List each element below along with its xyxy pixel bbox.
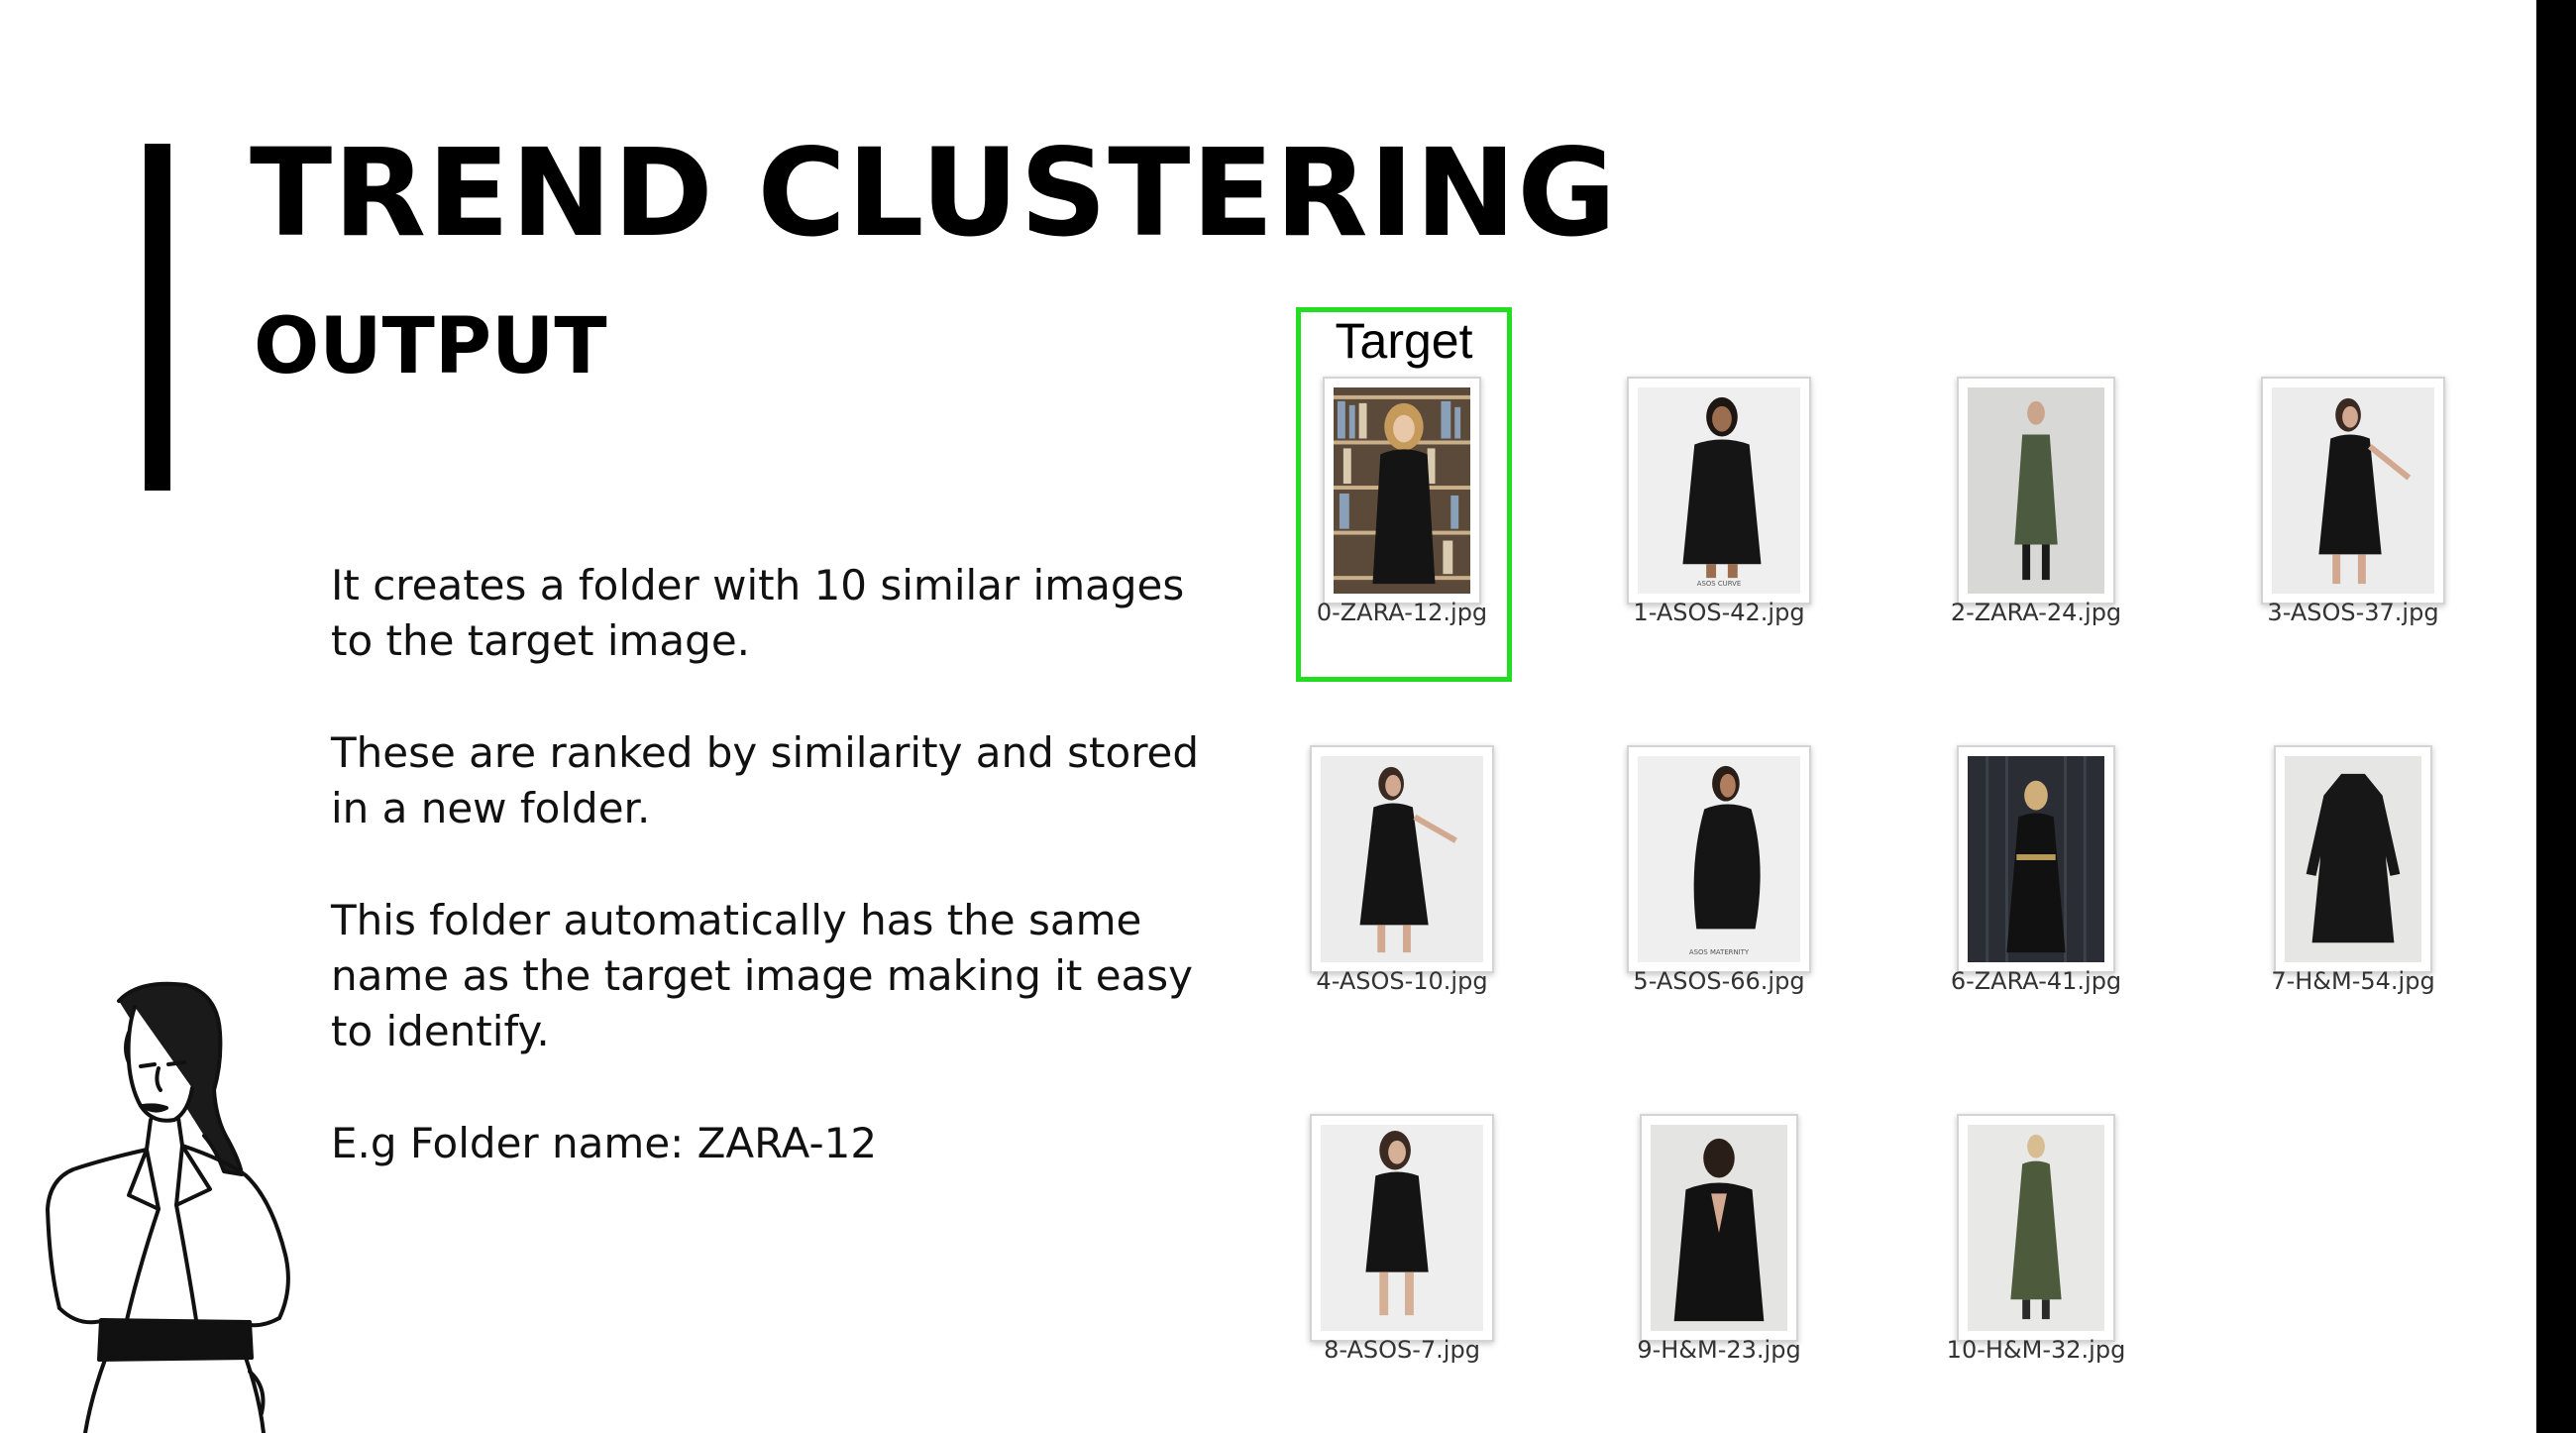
file-name: 8-ASOS-7.jpg	[1324, 1336, 1480, 1364]
file-thumbnail[interactable]	[1957, 1114, 2115, 1342]
file-thumbnail[interactable]	[1323, 377, 1481, 605]
description-paragraph-3: This folder automatically has the same n…	[331, 896, 1194, 1055]
slide-subtitle: OUTPUT	[254, 302, 607, 391]
woman-in-black-smock-dress-photo	[1321, 756, 1483, 962]
description-paragraph-2: These are ranked by similarity and store…	[331, 728, 1200, 832]
file-thumbnail[interactable]	[1640, 1114, 1798, 1342]
file-tile[interactable]: 4-ASOS-10.jpg	[1283, 678, 1521, 1005]
file-name: 6-ZARA-41.jpg	[1950, 967, 2122, 995]
file-tile[interactable]: 2-ZARA-24.jpg	[1917, 309, 2155, 636]
file-tile[interactable]: 3-ASOS-37.jpg	[2234, 309, 2472, 636]
slide-title: TREND CLUSTERING	[250, 123, 1618, 264]
woman-in-black-belted-dress-photo	[1968, 756, 2104, 962]
file-name: 1-ASOS-42.jpg	[1633, 599, 1805, 626]
file-tile[interactable]: ASOS CURVE 1-ASOS-42.jpg	[1600, 309, 1838, 636]
file-name: 9-H&M-23.jpg	[1637, 1336, 1801, 1364]
woman-in-black-smock-dress-photo	[2272, 387, 2434, 594]
file-thumbnail[interactable]	[1957, 377, 2115, 605]
file-tile[interactable]: 9-H&M-23.jpg	[1600, 1047, 1838, 1374]
file-name: 3-ASOS-37.jpg	[2267, 599, 2439, 626]
black-shirt-dress-product-photo	[2285, 756, 2421, 962]
file-tile[interactable]: 0-ZARA-12.jpg	[1283, 309, 1521, 636]
woman-in-black-maternity-dress-photo: ASOS MATERNITY	[1638, 756, 1800, 962]
description-paragraph-1: It creates a folder with 10 similar imag…	[331, 561, 1185, 665]
file-thumbnail[interactable]	[2274, 745, 2432, 973]
file-name: 5-ASOS-66.jpg	[1633, 967, 1805, 995]
folder-name-example: E.g Folder name: ZARA-12	[331, 1119, 878, 1167]
woman-in-black-dress-bookshelf-photo	[1334, 387, 1470, 594]
woman-line-art-illustration	[46, 981, 290, 1433]
woman-back-view-black-dress-photo	[1651, 1125, 1787, 1331]
file-name: 2-ZARA-24.jpg	[1950, 599, 2122, 626]
woman-in-olive-slip-dress-photo	[1968, 387, 2104, 594]
file-name: 4-ASOS-10.jpg	[1316, 967, 1488, 995]
file-thumbnail[interactable]: ASOS MATERNITY	[1627, 745, 1811, 973]
file-thumbnail[interactable]	[1957, 745, 2115, 973]
file-thumbnail[interactable]	[1310, 1114, 1494, 1342]
file-thumbnail[interactable]	[2261, 377, 2445, 605]
image-caption: ASOS MATERNITY	[1689, 948, 1750, 956]
image-caption: ASOS CURVE	[1697, 580, 1741, 588]
file-thumbnail[interactable]	[1310, 745, 1494, 973]
title-accent-bar	[145, 144, 170, 491]
woman-in-olive-tiered-dress-photo	[1968, 1125, 2104, 1331]
slide-edge-strip	[2536, 0, 2576, 1433]
woman-in-black-button-dress-photo	[1321, 1125, 1483, 1331]
file-name: 0-ZARA-12.jpg	[1316, 599, 1488, 626]
file-tile[interactable]: ASOS MATERNITY 5-ASOS-66.jpg	[1600, 678, 1838, 1005]
woman-in-black-wrap-dress-photo: ASOS CURVE	[1638, 387, 1800, 594]
file-tile[interactable]: 6-ZARA-41.jpg	[1917, 678, 2155, 1005]
file-thumbnail[interactable]: ASOS CURVE	[1627, 377, 1811, 605]
file-tile[interactable]: 10-H&M-32.jpg	[1917, 1047, 2155, 1374]
file-name: 10-H&M-32.jpg	[1946, 1336, 2126, 1364]
file-tile[interactable]: 7-H&M-54.jpg	[2234, 678, 2472, 1005]
file-tile[interactable]: 8-ASOS-7.jpg	[1283, 1047, 1521, 1374]
file-name: 7-H&M-54.jpg	[2271, 967, 2435, 995]
